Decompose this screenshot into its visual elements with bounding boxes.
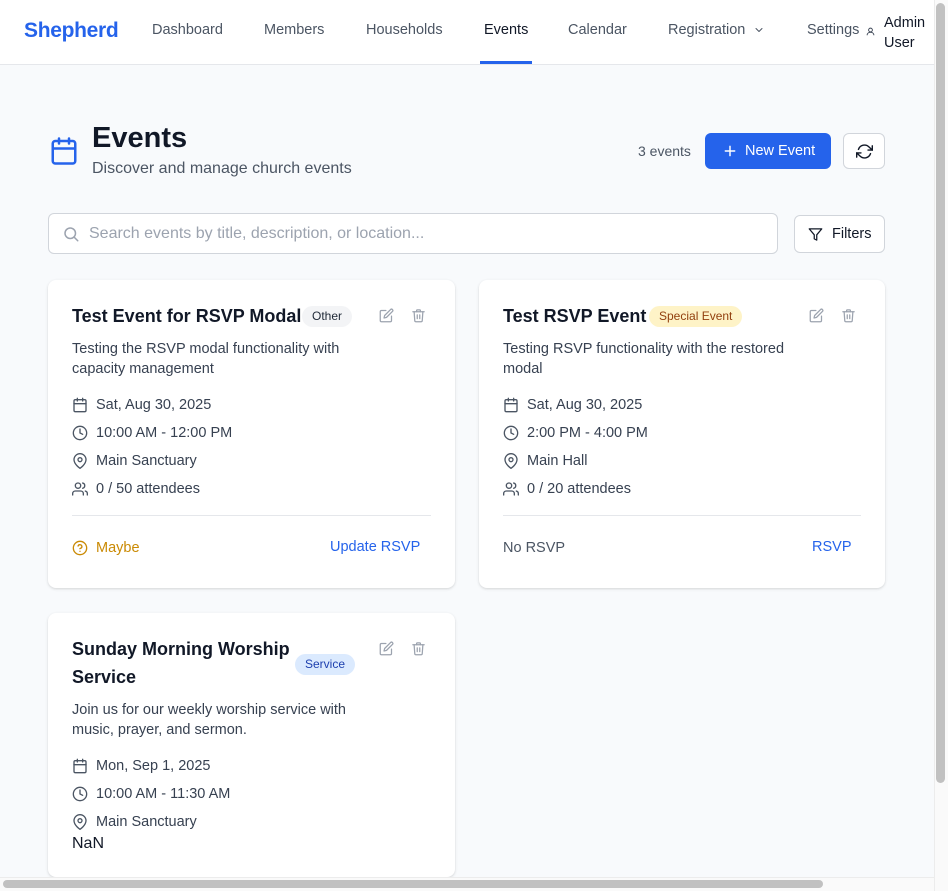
event-card[interactable]: Test RSVP Event Special Event Testing RS… (479, 280, 885, 588)
map-pin-icon (504, 453, 518, 469)
calendar-icon (73, 397, 87, 413)
help-circle-icon (72, 540, 88, 556)
event-card[interactable]: Test Event for RSVP Modal Other Testing … (48, 280, 455, 588)
users-icon (503, 482, 519, 496)
nav-link-registration[interactable]: Registration (668, 22, 745, 38)
search-icon (64, 227, 79, 242)
event-location-row: Main Hall (503, 451, 803, 471)
event-location-row: Main Sanctuary (72, 812, 372, 832)
rsvp-status-label: No RSVP (503, 540, 566, 556)
page-title: Events (92, 122, 188, 154)
event-title: Test RSVP Event (503, 306, 647, 326)
clock-icon (72, 425, 88, 441)
rsvp-button[interactable]: RSVP (812, 539, 852, 555)
edit-icon[interactable] (379, 308, 394, 323)
event-description: Join us for our weekly worship service w… (72, 702, 346, 738)
top-navigation: Shepherd Dashboard Members Households Ev… (0, 0, 934, 65)
event-location: Main Hall (527, 453, 588, 469)
event-time-row: 10:00 AM - 12:00 PM (72, 423, 372, 443)
brand-logo[interactable]: Shepherd (24, 19, 119, 43)
event-description: Testing RSVP functionality with the rest… (503, 341, 785, 377)
event-title: Test Event for RSVP Modal (72, 306, 302, 326)
nav-link-members[interactable]: Members (264, 22, 324, 38)
nav-link-events[interactable]: Events (484, 22, 528, 38)
chevron-down-icon[interactable] (753, 24, 765, 36)
edit-icon[interactable] (809, 308, 824, 323)
update-rsvp-button[interactable]: Update RSVP (330, 539, 420, 555)
nav-link-settings[interactable]: Settings (807, 22, 859, 38)
filters-label: Filters (832, 226, 872, 242)
card-divider (503, 515, 861, 516)
refresh-button[interactable] (843, 133, 885, 169)
filter-icon (808, 228, 823, 241)
event-date: Sat, Aug 30, 2025 (96, 397, 212, 413)
event-location: Main Sanctuary (96, 814, 197, 830)
card-divider (72, 515, 431, 516)
active-tab-indicator (480, 61, 532, 64)
event-date: Mon, Sep 1, 2025 (96, 758, 211, 774)
event-description: Testing the RSVP modal functionality wit… (72, 341, 340, 377)
event-time-row: 2:00 PM - 4:00 PM (503, 423, 803, 443)
category-badge: Other (302, 306, 353, 327)
clock-icon (503, 425, 519, 441)
event-time: 10:00 AM - 11:30 AM (96, 786, 231, 802)
event-attendees: 0 / 20 attendees (527, 481, 631, 497)
filters-button[interactable]: Filters (794, 215, 885, 253)
trash-icon[interactable] (841, 308, 856, 323)
event-time-row: 10:00 AM - 11:30 AM (72, 784, 372, 804)
event-attendees-row: 0 / 20 attendees (503, 479, 803, 499)
event-time: 10:00 AM - 12:00 PM (96, 425, 233, 441)
nav-link-dashboard[interactable]: Dashboard (152, 22, 223, 38)
user-name-first: Admin (884, 15, 926, 31)
refresh-icon (856, 144, 873, 159)
calendar-icon (73, 758, 87, 774)
event-card[interactable]: Sunday Morning Worship Service Service J… (48, 613, 455, 877)
rsvp-status: Maybe (72, 538, 192, 558)
page-subtitle: Discover and manage church events (92, 160, 352, 177)
category-badge: Service (295, 654, 356, 675)
event-location-row: Main Sanctuary (72, 451, 372, 471)
event-date: Sat, Aug 30, 2025 (527, 397, 643, 413)
event-attendees: NaN (72, 835, 105, 852)
map-pin-icon (73, 814, 87, 830)
user-menu[interactable]: Admin User (884, 13, 925, 53)
vertical-scrollbar-thumb[interactable] (936, 3, 945, 783)
event-count: 3 events (638, 143, 691, 159)
event-title: Sunday Morning Worship Service (72, 639, 290, 687)
trash-icon[interactable] (411, 308, 426, 323)
nav-link-calendar[interactable]: Calendar (568, 22, 627, 38)
event-date-row: Mon, Sep 1, 2025 (72, 756, 372, 776)
user-name-last: User (884, 35, 915, 51)
user-icon (866, 27, 875, 36)
nav-link-households[interactable]: Households (366, 22, 443, 38)
new-event-button[interactable]: New Event (705, 133, 831, 169)
clock-icon (72, 786, 88, 802)
plus-icon (724, 145, 736, 157)
event-date-row: Sat, Aug 30, 2025 (72, 395, 372, 415)
event-date-row: Sat, Aug 30, 2025 (503, 395, 803, 415)
search-box (48, 213, 778, 254)
edit-icon[interactable] (379, 641, 394, 656)
horizontal-scrollbar-thumb[interactable] (3, 880, 823, 888)
event-location: Main Sanctuary (96, 453, 197, 469)
event-time: 2:00 PM - 4:00 PM (527, 425, 648, 441)
event-attendees-row: 0 / 50 attendees (72, 479, 372, 499)
calendar-icon (504, 397, 518, 413)
map-pin-icon (73, 453, 87, 469)
calendar-icon (51, 137, 77, 165)
event-attendees: 0 / 50 attendees (96, 481, 200, 497)
new-event-label: New Event (745, 143, 816, 159)
rsvp-status-label: Maybe (96, 540, 140, 556)
users-icon (72, 482, 88, 496)
category-badge: Special Event (649, 306, 743, 327)
search-input[interactable] (89, 220, 769, 248)
trash-icon[interactable] (411, 641, 426, 656)
